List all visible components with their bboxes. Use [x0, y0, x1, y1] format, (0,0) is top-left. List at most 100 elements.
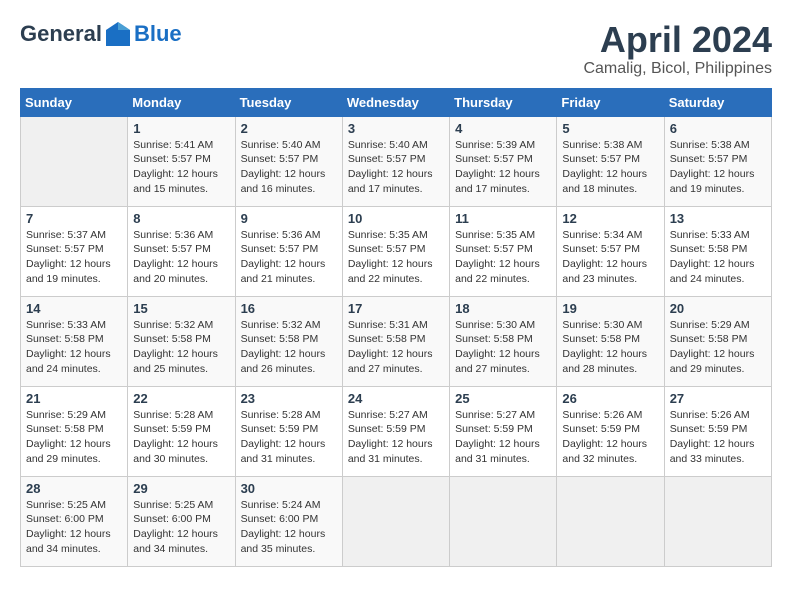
day-info: Sunrise: 5:36 AMSunset: 5:57 PMDaylight:… [133, 228, 229, 287]
calendar-cell: 17 Sunrise: 5:31 AMSunset: 5:58 PMDayligh… [342, 296, 449, 386]
day-number: 4 [455, 121, 551, 136]
day-info: Sunrise: 5:37 AMSunset: 5:57 PMDaylight:… [26, 228, 122, 287]
day-info: Sunrise: 5:38 AMSunset: 5:57 PMDaylight:… [670, 138, 766, 197]
calendar-cell: 1Sunrise: 5:41 AMSunset: 5:57 PMDaylight… [128, 116, 235, 206]
day-number: 20 [670, 301, 766, 316]
calendar-cell: 6 Sunrise: 5:38 AMSunset: 5:57 PMDaylight… [664, 116, 771, 206]
day-info: Sunrise: 5:26 AMSunset: 5:59 PMDaylight:… [670, 408, 766, 467]
subtitle: Camalig, Bicol, Philippines [583, 60, 772, 78]
calendar-cell: 25 Sunrise: 5:27 AMSunset: 5:59 PMDayligh… [450, 386, 557, 476]
day-number: 16 [241, 301, 337, 316]
calendar-cell: 29Sunrise: 5:25 AMSunset: 6:00 PMDayligh… [128, 476, 235, 566]
logo: General Blue [20, 20, 182, 48]
calendar-cell [450, 476, 557, 566]
calendar-cell: 16 Sunrise: 5:32 AMSunset: 5:58 PMDayligh… [235, 296, 342, 386]
calendar-cell: 21 Sunrise: 5:29 AMSunset: 5:58 PMDayligh… [21, 386, 128, 476]
calendar-week-2: 7Sunrise: 5:37 AMSunset: 5:57 PMDaylight… [21, 206, 772, 296]
calendar-cell: 10 Sunrise: 5:35 AMSunset: 5:57 PMDayligh… [342, 206, 449, 296]
calendar-cell: 4 Sunrise: 5:39 AMSunset: 5:57 PMDaylight… [450, 116, 557, 206]
day-number: 15 [133, 301, 229, 316]
day-number: 25 [455, 391, 551, 406]
day-info: Sunrise: 5:38 AMSunset: 5:57 PMDaylight:… [562, 138, 658, 197]
header-day-saturday: Saturday [664, 88, 771, 116]
title-area: April 2024 Camalig, Bicol, Philippines [583, 20, 772, 78]
day-info: Sunrise: 5:28 AMSunset: 5:59 PMDaylight:… [133, 408, 229, 467]
calendar-cell [664, 476, 771, 566]
day-number: 24 [348, 391, 444, 406]
day-number: 1 [133, 121, 229, 136]
day-info: Sunrise: 5:35 AMSunset: 5:57 PMDaylight:… [348, 228, 444, 287]
calendar-cell: 3Sunrise: 5:40 AMSunset: 5:57 PMDaylight… [342, 116, 449, 206]
day-info: Sunrise: 5:27 AMSunset: 5:59 PMDaylight:… [455, 408, 551, 467]
day-number: 9 [241, 211, 337, 226]
day-number: 22 [133, 391, 229, 406]
day-info: Sunrise: 5:26 AMSunset: 5:59 PMDaylight:… [562, 408, 658, 467]
calendar-cell: 22 Sunrise: 5:28 AMSunset: 5:59 PMDayligh… [128, 386, 235, 476]
day-info: Sunrise: 5:24 AMSunset: 6:00 PMDaylight:… [241, 498, 337, 557]
calendar-week-4: 21 Sunrise: 5:29 AMSunset: 5:58 PMDayligh… [21, 386, 772, 476]
day-info: Sunrise: 5:35 AMSunset: 5:57 PMDaylight:… [455, 228, 551, 287]
day-info: Sunrise: 5:33 AMSunset: 5:58 PMDaylight:… [26, 318, 122, 377]
page-header: General Blue April 2024 Camalig, Bicol, … [20, 20, 772, 78]
calendar-cell: 15Sunrise: 5:32 AMSunset: 5:58 PMDayligh… [128, 296, 235, 386]
calendar-week-3: 14Sunrise: 5:33 AMSunset: 5:58 PMDayligh… [21, 296, 772, 386]
day-number: 18 [455, 301, 551, 316]
header-row: SundayMondayTuesdayWednesdayThursdayFrid… [21, 88, 772, 116]
day-number: 10 [348, 211, 444, 226]
calendar-cell: 20 Sunrise: 5:29 AMSunset: 5:58 PMDayligh… [664, 296, 771, 386]
header-day-tuesday: Tuesday [235, 88, 342, 116]
logo-general-text: General [20, 21, 102, 47]
day-info: Sunrise: 5:29 AMSunset: 5:58 PMDaylight:… [670, 318, 766, 377]
calendar-cell: 14Sunrise: 5:33 AMSunset: 5:58 PMDayligh… [21, 296, 128, 386]
day-number: 23 [241, 391, 337, 406]
calendar-cell: 9 Sunrise: 5:36 AMSunset: 5:57 PMDaylight… [235, 206, 342, 296]
day-number: 8 [133, 211, 229, 226]
header-day-monday: Monday [128, 88, 235, 116]
calendar-cell [21, 116, 128, 206]
calendar-cell: 26 Sunrise: 5:26 AMSunset: 5:59 PMDayligh… [557, 386, 664, 476]
header-day-sunday: Sunday [21, 88, 128, 116]
calendar-cell: 28Sunrise: 5:25 AMSunset: 6:00 PMDayligh… [21, 476, 128, 566]
calendar-table: SundayMondayTuesdayWednesdayThursdayFrid… [20, 88, 772, 567]
logo-blue-text: Blue [134, 21, 182, 47]
day-info: Sunrise: 5:31 AMSunset: 5:58 PMDaylight:… [348, 318, 444, 377]
day-info: Sunrise: 5:29 AMSunset: 5:58 PMDaylight:… [26, 408, 122, 467]
calendar-cell: 7Sunrise: 5:37 AMSunset: 5:57 PMDaylight… [21, 206, 128, 296]
day-info: Sunrise: 5:36 AMSunset: 5:57 PMDaylight:… [241, 228, 337, 287]
calendar-cell: 23 Sunrise: 5:28 AMSunset: 5:59 PMDayligh… [235, 386, 342, 476]
day-number: 26 [562, 391, 658, 406]
day-info: Sunrise: 5:28 AMSunset: 5:59 PMDaylight:… [241, 408, 337, 467]
calendar-cell: 13Sunrise: 5:33 AMSunset: 5:58 PMDayligh… [664, 206, 771, 296]
day-number: 28 [26, 481, 122, 496]
day-number: 2 [241, 121, 337, 136]
calendar-cell: 2 Sunrise: 5:40 AMSunset: 5:57 PMDaylight… [235, 116, 342, 206]
calendar-cell: 5 Sunrise: 5:38 AMSunset: 5:57 PMDaylight… [557, 116, 664, 206]
calendar-cell: 12Sunrise: 5:34 AMSunset: 5:57 PMDayligh… [557, 206, 664, 296]
day-number: 3 [348, 121, 444, 136]
calendar-cell: 24 Sunrise: 5:27 AMSunset: 5:59 PMDayligh… [342, 386, 449, 476]
calendar-cell [342, 476, 449, 566]
day-number: 6 [670, 121, 766, 136]
calendar-header: SundayMondayTuesdayWednesdayThursdayFrid… [21, 88, 772, 116]
logo-icon [104, 20, 132, 48]
day-number: 21 [26, 391, 122, 406]
day-number: 19 [562, 301, 658, 316]
main-title: April 2024 [583, 20, 772, 60]
day-info: Sunrise: 5:25 AMSunset: 6:00 PMDaylight:… [133, 498, 229, 557]
calendar-cell: 19 Sunrise: 5:30 AMSunset: 5:58 PMDayligh… [557, 296, 664, 386]
day-info: Sunrise: 5:27 AMSunset: 5:59 PMDaylight:… [348, 408, 444, 467]
header-day-friday: Friday [557, 88, 664, 116]
calendar-cell: 27Sunrise: 5:26 AMSunset: 5:59 PMDayligh… [664, 386, 771, 476]
calendar-cell: 18Sunrise: 5:30 AMSunset: 5:58 PMDayligh… [450, 296, 557, 386]
day-number: 12 [562, 211, 658, 226]
day-number: 11 [455, 211, 551, 226]
calendar-cell: 11 Sunrise: 5:35 AMSunset: 5:57 PMDayligh… [450, 206, 557, 296]
day-number: 5 [562, 121, 658, 136]
day-info: Sunrise: 5:40 AMSunset: 5:57 PMDaylight:… [241, 138, 337, 197]
day-number: 17 [348, 301, 444, 316]
calendar-cell: 30Sunrise: 5:24 AMSunset: 6:00 PMDayligh… [235, 476, 342, 566]
day-info: Sunrise: 5:32 AMSunset: 5:58 PMDaylight:… [241, 318, 337, 377]
calendar-week-5: 28 Sunrise: 5:25 AMSunset: 6:00 PMDayligh… [21, 476, 772, 566]
day-info: Sunrise: 5:39 AMSunset: 5:57 PMDaylight:… [455, 138, 551, 197]
day-info: Sunrise: 5:30 AMSunset: 5:58 PMDaylight:… [562, 318, 658, 377]
